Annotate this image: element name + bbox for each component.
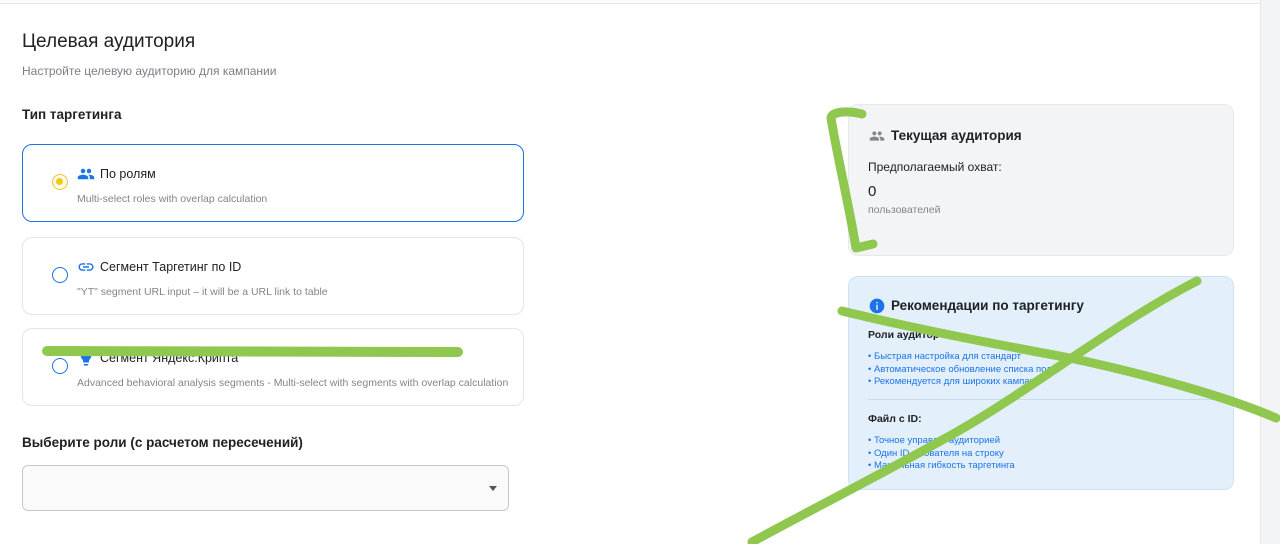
current-audience-title: Текущая аудитория xyxy=(891,128,1022,143)
roles-select[interactable] xyxy=(22,465,509,511)
top-bar xyxy=(0,0,1260,4)
rec-group-title: Роли аудитор xyxy=(868,329,940,341)
rec-group-title: Файл с ID: xyxy=(868,413,922,425)
people-icon xyxy=(77,165,95,183)
info-icon xyxy=(869,298,885,314)
people-icon xyxy=(869,128,885,144)
option-label: Сегмент Таргетинг по ID xyxy=(100,260,242,274)
rec-group-file-id: Файл с ID: Точное управл е аудиторией Од… xyxy=(868,413,1015,473)
radio-button[interactable] xyxy=(52,358,68,374)
roles-select-title: Выберите роли (с расчетом пересечений) xyxy=(22,435,303,450)
reach-label: Предполагаемый охват: xyxy=(868,160,1002,174)
targeting-option-crypta-segment[interactable]: Сегмент Яндекс.Крипта Advanced behaviora… xyxy=(22,328,524,406)
list-item: Автоматическое обновление списка пол xyxy=(868,364,1052,377)
option-description: "YT" segment URL input – it will be a UR… xyxy=(77,286,328,298)
targeting-option-roles[interactable]: По ролям Multi-select roles with overlap… xyxy=(22,144,524,222)
list-item: Точное управл е аудиторией xyxy=(868,435,1015,448)
option-label: Сегмент Яндекс.Крипта xyxy=(100,351,239,365)
rec-group-roles: Роли аудитор Быстрая настройка для станд… xyxy=(868,329,1052,389)
option-description: Advanced behavioral analysis segments - … xyxy=(77,377,509,389)
divider xyxy=(868,399,1214,400)
option-label: По ролям xyxy=(100,167,156,181)
targeting-type-title: Тип таргетинга xyxy=(22,107,122,122)
current-audience-card: Текущая аудитория Предполагаемый охват: … xyxy=(848,104,1234,256)
targeting-option-id-segment[interactable]: Сегмент Таргетинг по ID "YT" segment URL… xyxy=(22,237,524,315)
radio-button[interactable] xyxy=(52,267,68,283)
list-item: Рекомендуется для широких кампан xyxy=(868,376,1052,389)
recommendations-card: Рекомендации по таргетингу Роли аудитор … xyxy=(848,276,1234,490)
bulb-icon xyxy=(77,349,95,367)
scrollbar[interactable] xyxy=(1260,0,1280,544)
option-description: Multi-select roles with overlap calculat… xyxy=(77,193,268,205)
reach-unit: пользователей xyxy=(868,204,941,216)
radio-button[interactable] xyxy=(52,174,68,190)
list-item: Макс льная гибкость таргетинга xyxy=(868,460,1015,473)
reach-value: 0 xyxy=(868,183,877,200)
list-item: Один ID п зователя на строку xyxy=(868,448,1015,461)
page-title: Целевая аудитория xyxy=(22,31,196,52)
recommendations-title: Рекомендации по таргетингу xyxy=(891,298,1084,313)
chevron-down-icon[interactable] xyxy=(489,486,497,491)
page-subtitle: Настройте целевую аудиторию для кампании xyxy=(22,64,277,78)
list-item: Быстрая настройка для стандарт xyxy=(868,351,1052,364)
link-icon xyxy=(77,258,95,276)
